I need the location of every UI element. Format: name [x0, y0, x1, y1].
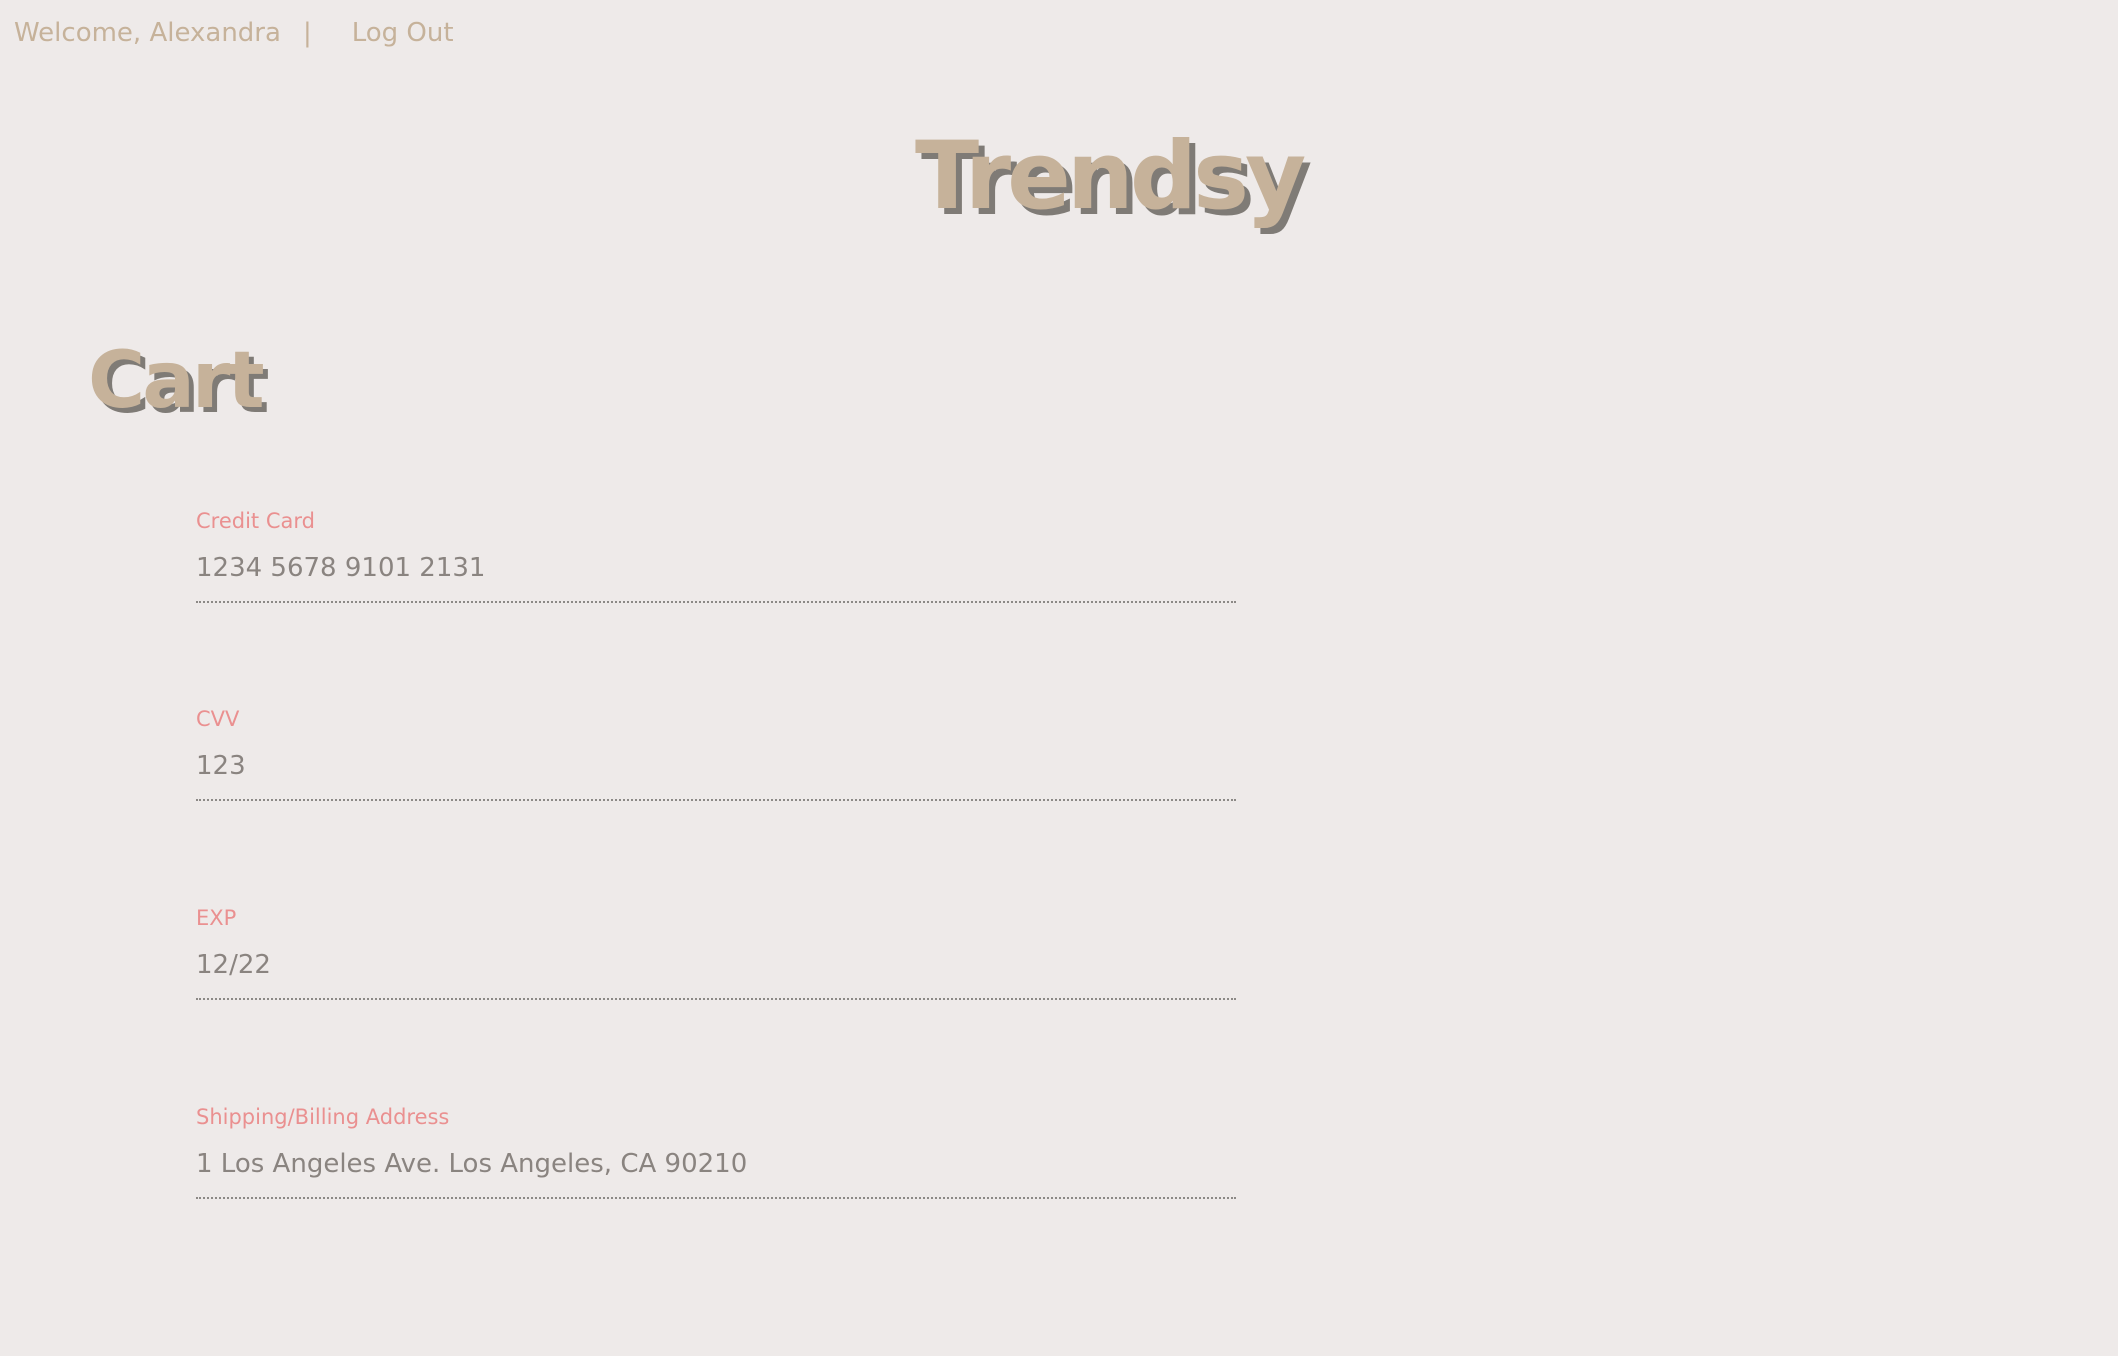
cvv-input[interactable]: [196, 751, 1236, 801]
nav-separator: |: [302, 18, 312, 48]
exp-label: EXP: [196, 906, 237, 930]
address-input[interactable]: [196, 1149, 1236, 1199]
credit-card-label: Credit Card: [196, 509, 315, 533]
brand-logo: Trendsy: [915, 122, 1306, 231]
credit-card-input[interactable]: [196, 553, 1236, 603]
page: Welcome, Alexandra | Log Out Trendsy Car…: [0, 0, 2118, 1356]
credit-card-field: Credit Card: [196, 509, 1236, 603]
page-title: Cart: [88, 336, 265, 426]
cvv-field: CVV: [196, 707, 1236, 801]
address-field: Shipping/Billing Address: [196, 1105, 1236, 1199]
logout-link[interactable]: Log Out: [352, 18, 454, 48]
exp-field: EXP: [196, 906, 1236, 1000]
address-label: Shipping/Billing Address: [196, 1105, 450, 1129]
user-nav: Welcome, Alexandra | Log Out: [14, 18, 454, 48]
welcome-text: Welcome, Alexandra: [14, 18, 281, 48]
exp-input[interactable]: [196, 950, 1236, 1000]
cvv-label: CVV: [196, 707, 240, 731]
